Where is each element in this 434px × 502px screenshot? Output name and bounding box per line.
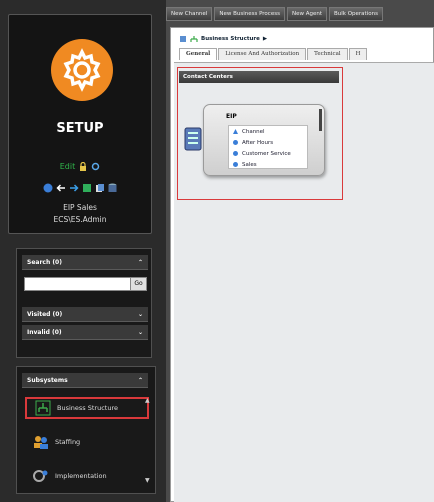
list-item-label: Sales — [242, 161, 257, 168]
list-item[interactable]: After Hours — [229, 137, 307, 148]
database-icon[interactable] — [108, 183, 117, 193]
hierarchy-icon — [35, 400, 51, 416]
process-icon — [233, 140, 238, 145]
process-icon — [233, 151, 238, 156]
toolbar-icons — [9, 183, 151, 193]
edit-link[interactable]: Edit — [60, 162, 76, 171]
edit-row: Edit — [9, 162, 151, 171]
breadcrumb-label[interactable]: Business Structure — [201, 36, 260, 42]
search-header[interactable]: Search (0) ⌃ — [22, 255, 148, 270]
subsystem-business-structure[interactable]: Business Structure — [25, 397, 149, 419]
tab-h[interactable]: H — [348, 48, 368, 60]
top-toolbar: New Channel New Business Process New Age… — [166, 7, 434, 23]
main-panel: Business Structure ▶ General License And… — [170, 27, 434, 502]
contact-center-list: Channel After Hours Customer Service Sal… — [228, 125, 308, 169]
refresh-icon[interactable] — [91, 162, 100, 171]
left-panel: SETUP Edit EIP Sales ECS\ES.Admin Search… — [0, 0, 166, 502]
chevron-right-icon: ▶ — [262, 36, 268, 42]
user-org: EIP Sales — [63, 203, 97, 212]
list-scrollbar[interactable] — [319, 109, 322, 131]
tab-general[interactable]: General — [179, 48, 218, 60]
chevron-up-icon[interactable]: ⌃ — [138, 377, 143, 384]
help-icon[interactable] — [43, 183, 53, 193]
invalid-header[interactable]: Invalid (0) ⌄ — [22, 325, 148, 340]
new-agent-button[interactable]: New Agent — [286, 7, 327, 21]
go-button[interactable]: Go — [130, 277, 147, 291]
gear-people-icon — [33, 470, 48, 482]
new-channel-button[interactable]: New Channel — [166, 7, 213, 21]
process-icon — [233, 162, 238, 167]
lock-icon[interactable] — [79, 162, 87, 171]
gear-icon — [63, 48, 101, 92]
list-item-label: Channel — [242, 128, 265, 135]
channel-icon — [233, 129, 238, 134]
invalid-header-label: Invalid (0) — [27, 328, 62, 336]
new-business-process-button[interactable]: New Business Process — [214, 7, 285, 21]
visited-header-label: Visited (0) — [27, 310, 63, 318]
list-item[interactable]: Channel — [229, 126, 307, 137]
scroll-up-icon[interactable]: ▲ — [145, 397, 150, 404]
subsystem-staffing[interactable]: Staffing — [25, 431, 149, 453]
subsystem-label: Staffing — [55, 438, 81, 446]
people-icon — [34, 436, 48, 449]
contact-center-card[interactable]: EIP Channel After Hours Customer Service… — [203, 104, 325, 176]
chevron-down-icon[interactable]: ⌄ — [138, 329, 143, 336]
back-arrow-icon[interactable] — [56, 183, 66, 193]
copy-icon[interactable] — [95, 183, 105, 193]
subsystem-label: Business Structure — [57, 404, 118, 412]
subsystem-label: Implementation — [55, 472, 107, 480]
visited-header[interactable]: Visited (0) ⌄ — [22, 307, 148, 322]
list-item[interactable]: Customer Service — [229, 148, 307, 159]
user-account: ECS\ES.Admin — [53, 215, 107, 224]
save-icon[interactable] — [82, 183, 92, 193]
breadcrumb: Business Structure ▶ — [179, 34, 267, 44]
contact-center-title: EIP — [226, 113, 237, 120]
chevron-up-icon[interactable]: ⌃ — [138, 259, 143, 266]
list-item-label: Customer Service — [242, 150, 291, 157]
hierarchy-icon — [190, 36, 198, 42]
list-item[interactable]: Sales — [229, 159, 307, 168]
subsystems-card: Subsystems ⌃ Business Structure Staffing… — [16, 366, 156, 494]
search-header-label: Search (0) — [27, 258, 62, 266]
tab-license-authorization[interactable]: License And Authorization — [218, 48, 307, 60]
setup-logo — [51, 39, 113, 101]
setup-card: SETUP Edit EIP Sales ECS\ES.Admin — [8, 14, 152, 234]
tab-technical[interactable]: Technical — [307, 48, 348, 60]
search-card: Search (0) ⌃ Visited (0) ⌄ Invalid (0) ⌄ — [16, 248, 152, 358]
scroll-down-icon[interactable]: ▼ — [145, 477, 150, 484]
setup-title: SETUP — [56, 121, 104, 136]
list-item-label: After Hours — [242, 139, 274, 146]
subsystem-implementation[interactable]: Implementation — [25, 465, 149, 487]
forward-arrow-icon[interactable] — [69, 183, 79, 193]
contact-center-icon — [184, 127, 202, 151]
subsystems-header-label: Subsystems — [27, 376, 68, 384]
subsystems-header[interactable]: Subsystems ⌃ — [22, 373, 148, 388]
home-icon[interactable] — [179, 35, 187, 43]
bulk-operations-button[interactable]: Bulk Operations — [328, 7, 383, 21]
chevron-down-icon[interactable]: ⌄ — [138, 311, 143, 318]
tab-bar: General License And Authorization Techni… — [179, 48, 434, 60]
search-input[interactable] — [24, 277, 144, 291]
